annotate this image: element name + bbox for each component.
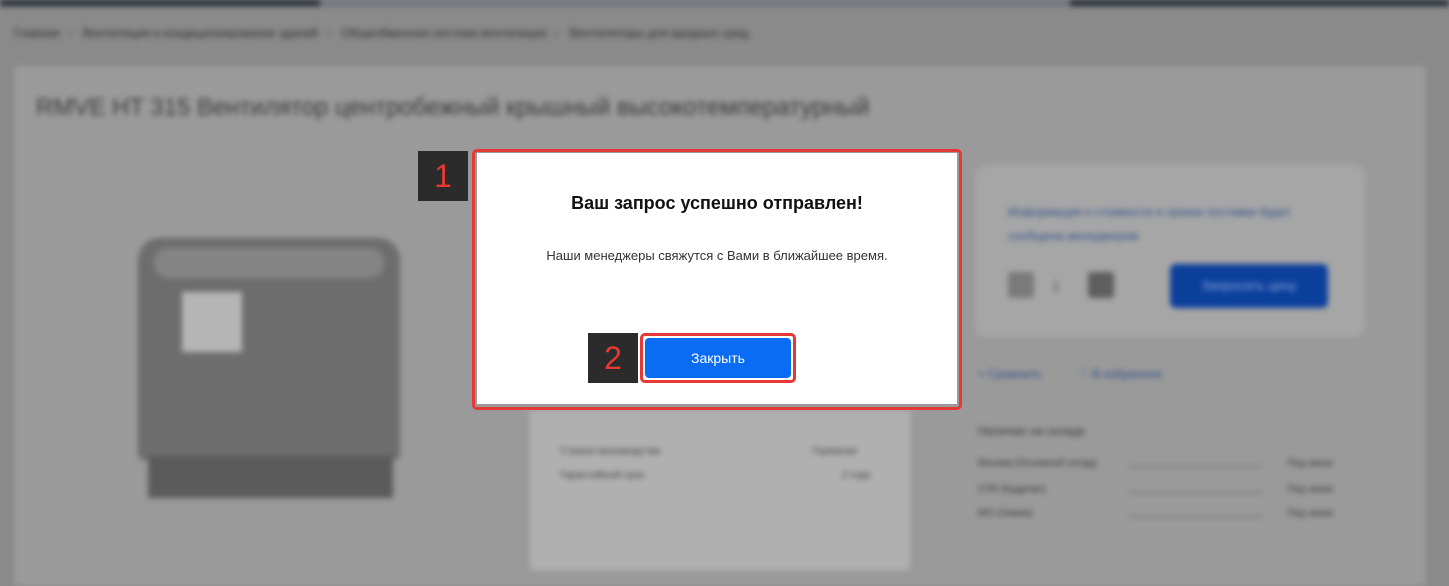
stock-info-link[interactable]: Информация о стоимости и сроках поставки… — [1008, 200, 1328, 248]
buy-panel — [975, 165, 1365, 337]
availability-title: Наличие на складе — [978, 424, 1086, 438]
request-price-button[interactable]: Запросить цену — [1170, 264, 1328, 308]
annotation-badge-1: 1 — [418, 151, 468, 201]
quantity-decrease-button[interactable] — [1008, 272, 1034, 298]
spec-label: Страна производства — [560, 446, 661, 457]
chevron-right-icon: › — [67, 26, 72, 40]
product-title: RMVE HT 315 Вентилятор центробежный крыш… — [36, 94, 870, 121]
modal-message: Наши менеджеры свяжутся с Вами в ближайш… — [546, 248, 888, 263]
quantity-value[interactable]: 1 — [1052, 278, 1060, 294]
breadcrumb-item[interactable]: Вентиляторы для вредных сред — [570, 26, 749, 40]
breadcrumb: Главная › Вентиляция и кондиционирование … — [14, 26, 748, 40]
breadcrumb-item[interactable]: Общеобменная система вентиляции — [341, 26, 546, 40]
chevron-right-icon: › — [326, 26, 330, 40]
spec-label: Гарантийный срок — [560, 470, 645, 481]
product-image[interactable] — [138, 238, 403, 503]
close-button[interactable]: Закрыть — [645, 338, 791, 378]
favorite-link[interactable]: ♡ В избранное — [1078, 367, 1162, 381]
top-navigation-bar — [0, 0, 1449, 6]
breadcrumb-item[interactable]: Главная — [14, 26, 60, 40]
store-row: МО (Химки) Под заказ — [978, 508, 1333, 519]
quantity-increase-button[interactable] — [1088, 272, 1114, 298]
store-row: СПб (Кудрово) Под заказ — [978, 484, 1333, 495]
modal-title: Ваш запрос успешно отправлен! — [571, 193, 863, 213]
specs-panel — [530, 410, 910, 570]
spec-value: Германия — [812, 446, 857, 457]
annotation-badge-2: 2 — [588, 333, 638, 383]
compare-link[interactable]: + Сравнить — [978, 367, 1042, 381]
spec-value: 2 года — [842, 470, 871, 481]
breadcrumb-item[interactable]: Вентиляция и кондиционирование зданий — [83, 26, 318, 40]
store-row: Москва (Основной склад) Под заказ — [978, 458, 1333, 469]
chevron-right-icon: › — [554, 26, 559, 40]
